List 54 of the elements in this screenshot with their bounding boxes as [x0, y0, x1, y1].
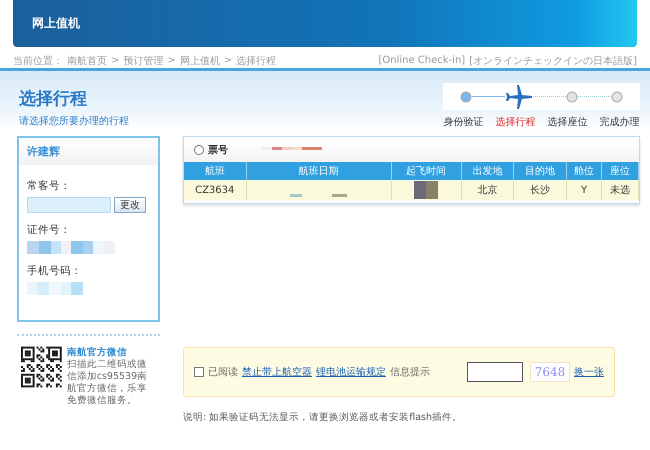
change-button[interactable]: 更改	[114, 197, 146, 213]
step-label: 选择行程	[496, 116, 536, 129]
step-label: 选择座位	[548, 116, 588, 129]
language-link[interactable]: [オンラインチェックインの日本語版]	[469, 54, 637, 68]
agreement-checkbox[interactable]	[194, 367, 204, 377]
refresh-captcha-link[interactable]: 换一张	[574, 365, 604, 379]
page-subtitle: 请选择您所要办理的行程	[19, 114, 129, 128]
hint-text: 信息提示	[390, 366, 430, 379]
table-cell: Y	[566, 180, 602, 200]
breadcrumb-label: 当前位置：	[13, 54, 63, 68]
breadcrumb-separator: >	[111, 55, 120, 66]
step-label: 身份验证	[444, 116, 484, 129]
breadcrumb-link[interactable]: 南航首页	[67, 54, 107, 68]
field-label: 常客号：	[27, 179, 72, 193]
breadcrumb-link[interactable]: 选择行程	[236, 54, 276, 68]
column-header: 座位	[602, 162, 638, 180]
step-label: 完成办理	[600, 116, 640, 129]
redacted-value	[27, 282, 83, 295]
breadcrumb-link[interactable]: 预订管理	[123, 54, 164, 68]
captcha-field[interactable]	[467, 362, 523, 382]
breadcrumb-separator: >	[167, 55, 176, 66]
header-title: 网上值机	[32, 15, 80, 32]
note-text: 说明: 如果验证码无法显示，请更换浏览器或者安装flash插件。	[183, 411, 463, 424]
wechat-text: 扫描此二维码或微信添加cs95539南航官方微信，乐享免费微信服务。	[66, 359, 148, 406]
table-cell: 未选	[602, 180, 638, 200]
column-header: 目的地	[514, 162, 566, 180]
language-link[interactable]: [Online Check-in]	[378, 55, 466, 66]
table-cell: 北京	[461, 180, 514, 200]
column-header: 起飞时间	[391, 162, 461, 180]
column-header: 航班	[184, 162, 246, 180]
captcha-image: 7648	[530, 362, 570, 382]
column-header: 舱位	[566, 162, 602, 180]
step-dot-icon	[566, 90, 578, 102]
redacted-value	[262, 147, 322, 150]
ticket-label: 票号	[208, 144, 228, 156]
frequent-flyer-field[interactable]	[27, 197, 111, 213]
column-header: 出发地	[461, 162, 514, 180]
table-cell: 长沙	[514, 180, 566, 200]
table-cell: CZ3634	[184, 180, 246, 200]
breadcrumb-link[interactable]: 网上值机	[180, 54, 220, 68]
plane-icon	[505, 84, 533, 110]
regulation-link[interactable]: 锂电池运输规定	[316, 365, 386, 379]
step-dot-icon	[611, 90, 623, 102]
field-label: 手机号码：	[27, 264, 83, 278]
passenger-name: 许建辉	[27, 144, 60, 159]
agreement-label: 已阅读	[208, 366, 238, 379]
field-label: 证件号：	[27, 223, 72, 237]
page-title: 选择行程	[19, 88, 88, 110]
breadcrumb-separator: >	[224, 55, 232, 66]
qr-code-icon	[21, 346, 62, 388]
ticket-radio[interactable]	[194, 144, 204, 154]
column-header: 航班日期	[246, 162, 391, 180]
wechat-title: 南航官方微信	[66, 346, 128, 359]
regulation-link[interactable]: 禁止带上航空器	[242, 365, 312, 379]
